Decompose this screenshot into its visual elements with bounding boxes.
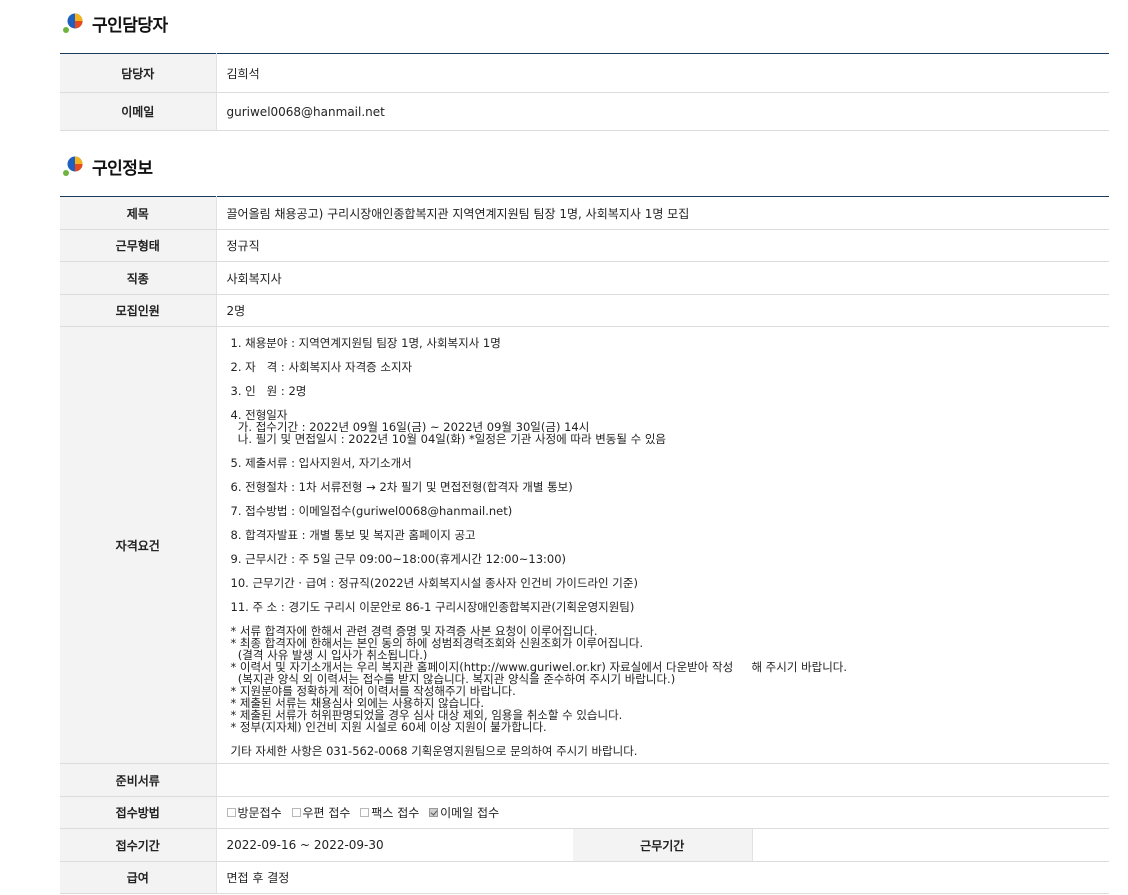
table-row: 제목 끌어올림 채용공고) 구리시장애인종합복지관 지역연계지원팀 팀장 1명,…	[60, 196, 1109, 230]
job-info-table: 제목 끌어올림 채용공고) 구리시장애인종합복지관 지역연계지원팀 팀장 1명,…	[60, 196, 1109, 894]
recruiter-table: 담당자 김희석 이메일 guriwel0068@hanmail.net	[60, 53, 1109, 131]
section-title: 구인정보	[92, 158, 153, 179]
checkbox-icon	[360, 808, 370, 817]
apply-option-label: 방문접수	[237, 806, 282, 820]
table-row: 근무형태 정규직	[60, 229, 1109, 262]
employment-type-value: 정규직	[216, 229, 1109, 262]
job-title-value: 끌어올림 채용공고) 구리시장애인종합복지관 지역연계지원팀 팀장 1명, 사회…	[216, 196, 1109, 230]
table-row: 담당자 김희석	[60, 53, 1109, 93]
job-section-header: 구인정보	[62, 151, 153, 181]
salary-value: 면접 후 결정	[216, 861, 1109, 894]
row-label: 직종	[60, 261, 217, 295]
table-row: 자격요건 1. 채용분야 : 지역연계지원팀 팀장 1명, 사회복지사 1명 2…	[60, 326, 1109, 764]
recruiter-name: 김희석	[216, 53, 1109, 93]
qualification-line: 11. 주 소 : 경기도 구리시 이문안로 86-1 구리시장애인종합복지관(…	[230, 600, 635, 614]
apply-option-visit[interactable]: 방문접수	[226, 804, 282, 821]
qualification-line: 5. 제출서류 : 입사지원서, 자기소개서	[230, 456, 412, 470]
row-label: 접수기간	[60, 828, 217, 862]
row-label: 급여	[60, 861, 217, 894]
table-row: 이메일 guriwel0068@hanmail.net	[60, 92, 1109, 131]
row-label: 자격요건	[60, 326, 217, 764]
headcount-value: 2명	[216, 294, 1109, 327]
apply-method-options: 방문접수 우편 접수 팩스 접수 이메일 접수	[216, 796, 1109, 829]
table-row: 접수기간 2022-09-16 ~ 2022-09-30 근무기간	[60, 828, 1109, 862]
row-label: 근무형태	[60, 229, 217, 262]
checkbox-icon	[291, 808, 301, 817]
qualification-line: 1. 채용분야 : 지역연계지원팀 팀장 1명, 사회복지사 1명	[230, 336, 501, 350]
qualification-line: 10. 근무기간 · 급여 : 정규직(2022년 사회복지시설 종사자 인건비…	[230, 576, 638, 590]
row-label: 준비서류	[60, 763, 217, 797]
row-label: 담당자	[60, 53, 217, 93]
table-row: 준비서류	[60, 763, 1109, 797]
table-row: 접수방법 방문접수 우편 접수 팩스 접수 이메일 접수	[60, 796, 1109, 829]
qualification-line: 9. 근무시간 : 주 5일 근무 09:00~18:00(휴게시간 12:00…	[230, 552, 567, 566]
qualification-line: 나. 필기 및 면접일시 : 2022년 10월 04일(화) *일정은 기관 …	[230, 432, 667, 446]
table-row: 직종 사회복지사	[60, 261, 1109, 295]
qualification-line: 3. 인 원 : 2명	[230, 384, 307, 398]
row-label: 접수방법	[60, 796, 217, 829]
apply-option-label: 이메일 접수	[440, 806, 500, 820]
recruiter-email: guriwel0068@hanmail.net	[216, 92, 1109, 131]
qualification-line: 2. 자 격 : 사회복지사 자격증 소지자	[230, 360, 413, 374]
work-period-value	[752, 828, 1109, 862]
row-label: 근무기간	[573, 828, 753, 862]
recruiter-section-header: 구인담당자	[62, 8, 168, 38]
qualification-note: * 정부(지자체) 인건비 지원 시설로 60세 이상 지원이 불가합니다.	[230, 720, 547, 734]
row-label: 제목	[60, 196, 217, 230]
qualification-content: 1. 채용분야 : 지역연계지원팀 팀장 1명, 사회복지사 1명 2. 자 격…	[216, 326, 1109, 764]
section-logo-icon	[63, 13, 83, 33]
row-label: 이메일	[60, 92, 217, 131]
apply-option-mail[interactable]: 우편 접수	[291, 804, 351, 821]
apply-option-fax[interactable]: 팩스 접수	[360, 804, 419, 821]
qualification-line: 8. 합격자발표 : 개별 통보 및 복지관 홈페이지 공고	[230, 528, 476, 542]
apply-period-value: 2022-09-16 ~ 2022-09-30	[216, 828, 573, 862]
table-row: 급여 면접 후 결정	[60, 861, 1109, 894]
qualification-line: 7. 접수방법 : 이메일접수(guriwel0068@hanmail.net)	[230, 504, 513, 518]
apply-option-label: 우편 접수	[302, 806, 351, 820]
section-title: 구인담당자	[92, 15, 168, 36]
job-category-value: 사회복지사	[216, 261, 1109, 295]
table-row: 모집인원 2명	[60, 294, 1109, 327]
documents-value	[216, 763, 1109, 797]
checkbox-checked-icon	[429, 808, 439, 817]
section-logo-icon	[63, 156, 83, 176]
row-label: 모집인원	[60, 294, 217, 327]
checkbox-icon	[226, 808, 236, 817]
qualification-line: 6. 전형절차 : 1차 서류전형 → 2차 필기 및 면접전형(합격자 개별 …	[230, 480, 573, 494]
apply-option-email[interactable]: 이메일 접수	[429, 804, 499, 821]
qualification-contact: 기타 자세한 사항은 031-562-0068 기획운영지원팀으로 문의하여 주…	[230, 744, 638, 758]
apply-option-label: 팩스 접수	[371, 806, 420, 820]
